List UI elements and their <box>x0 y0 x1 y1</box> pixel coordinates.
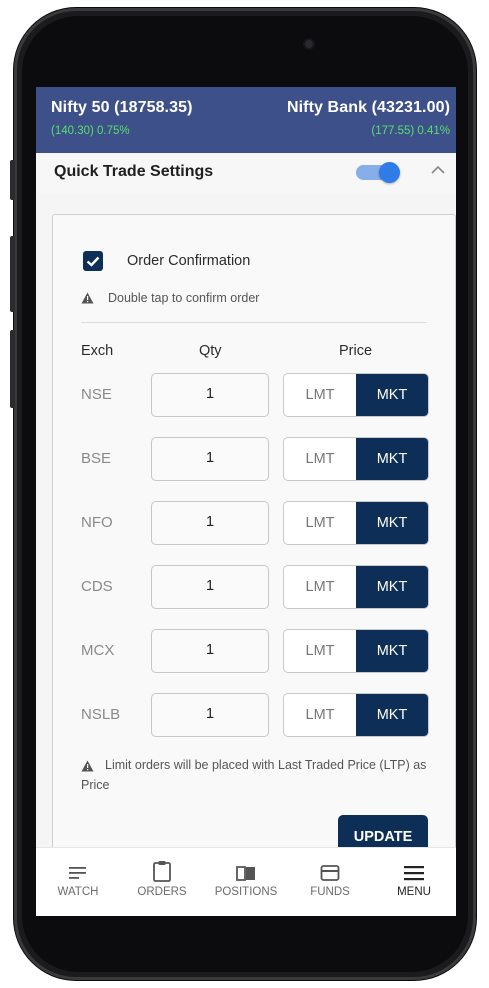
side-button-volume-down <box>10 330 15 408</box>
qty-input[interactable]: 1 <box>151 437 269 481</box>
lmt-option[interactable]: LMT <box>284 502 356 544</box>
nav-label: ORDERS <box>137 886 187 898</box>
nav-item-watch[interactable]: WATCH <box>36 848 120 916</box>
mkt-option[interactable]: MKT <box>356 374 428 416</box>
ticker-nifty50-name[interactable]: Nifty 50 (18758.35) <box>51 99 193 117</box>
clipboard-icon <box>153 861 171 882</box>
chevron-up-icon[interactable] <box>431 163 445 177</box>
check-icon <box>86 256 100 267</box>
exchange-name: NFO <box>81 514 113 531</box>
exchange-name: NSE <box>81 386 112 403</box>
nav-label: POSITIONS <box>214 886 278 898</box>
qty-input[interactable]: 1 <box>151 693 269 737</box>
side-button-volume-up <box>10 236 15 312</box>
mkt-option[interactable]: MKT <box>356 694 428 736</box>
quick-trade-toggle[interactable] <box>356 162 400 183</box>
divider <box>81 322 427 323</box>
nav-item-positions[interactable]: POSITIONS <box>204 848 288 916</box>
nav-item-menu[interactable]: MENU <box>372 848 456 916</box>
ticker-niftybank-name[interactable]: Nifty Bank (43231.00) <box>287 99 450 117</box>
watchlist-icon <box>69 867 86 879</box>
price-type-toggle: LMT MKT <box>283 629 429 673</box>
double-tap-hint: Double tap to confirm order <box>108 291 260 305</box>
qty-input[interactable]: 1 <box>151 629 269 673</box>
qty-input[interactable]: 1 <box>151 373 269 417</box>
lmt-option[interactable]: LMT <box>284 630 356 672</box>
front-camera <box>305 40 313 48</box>
price-type-toggle: LMT MKT <box>283 373 429 417</box>
exchange-name: BSE <box>81 450 112 467</box>
bottom-navigation: WATCH ORDERS POSITIONS FUNDS MENU <box>36 847 456 916</box>
toggle-knob <box>379 162 400 183</box>
lmt-option[interactable]: LMT <box>284 694 356 736</box>
wallet-icon <box>320 865 340 881</box>
lmt-option[interactable]: LMT <box>284 374 356 416</box>
nav-item-funds[interactable]: FUNDS <box>288 848 372 916</box>
app-screen: Nifty 50 (18758.35) (140.30) 0.75% Nifty… <box>36 87 456 916</box>
lmt-option[interactable]: LMT <box>284 438 356 480</box>
price-type-toggle: LMT MKT <box>283 437 429 481</box>
exchange-name: MCX <box>81 642 115 659</box>
ticker-nifty50-change: (140.30) 0.75% <box>51 125 130 137</box>
header-qty: Qty <box>199 343 222 359</box>
mkt-option[interactable]: MKT <box>356 566 428 608</box>
header-exch: Exch <box>81 343 114 359</box>
menu-icon <box>404 866 424 881</box>
warning-icon <box>81 292 94 304</box>
price-type-toggle: LMT MKT <box>283 693 429 737</box>
header-price: Price <box>339 343 373 359</box>
mkt-option[interactable]: MKT <box>356 630 428 672</box>
price-type-toggle: LMT MKT <box>283 501 429 545</box>
limit-order-note: Limit orders will be placed with Last Tr… <box>81 755 431 795</box>
quick-trade-title: Quick Trade Settings <box>54 163 214 180</box>
limit-order-note-text: Limit orders will be placed with Last Tr… <box>81 758 427 792</box>
qty-input[interactable]: 1 <box>151 565 269 609</box>
book-icon <box>236 866 255 881</box>
mkt-option[interactable]: MKT <box>356 502 428 544</box>
nav-label: FUNDS <box>310 886 350 898</box>
quick-trade-settings-card: Order Confirmation Double tap to confirm… <box>52 214 456 916</box>
index-ticker-bar: Nifty 50 (18758.35) (140.30) 0.75% Nifty… <box>36 87 456 153</box>
exchange-name: NSLB <box>81 706 121 723</box>
mkt-option[interactable]: MKT <box>356 438 428 480</box>
exchange-name: CDS <box>81 578 113 595</box>
order-confirmation-checkbox[interactable] <box>83 251 103 271</box>
side-button-action <box>10 160 15 200</box>
order-confirmation-label: Order Confirmation <box>127 253 251 269</box>
price-type-toggle: LMT MKT <box>283 565 429 609</box>
nav-label: WATCH <box>57 886 99 898</box>
ticker-niftybank-change: (177.55) 0.41% <box>371 125 450 137</box>
quick-trade-header: Quick Trade Settings <box>36 153 456 193</box>
nav-item-orders[interactable]: ORDERS <box>120 848 204 916</box>
lmt-option[interactable]: LMT <box>284 566 356 608</box>
nav-label: MENU <box>397 886 431 898</box>
qty-input[interactable]: 1 <box>151 501 269 545</box>
